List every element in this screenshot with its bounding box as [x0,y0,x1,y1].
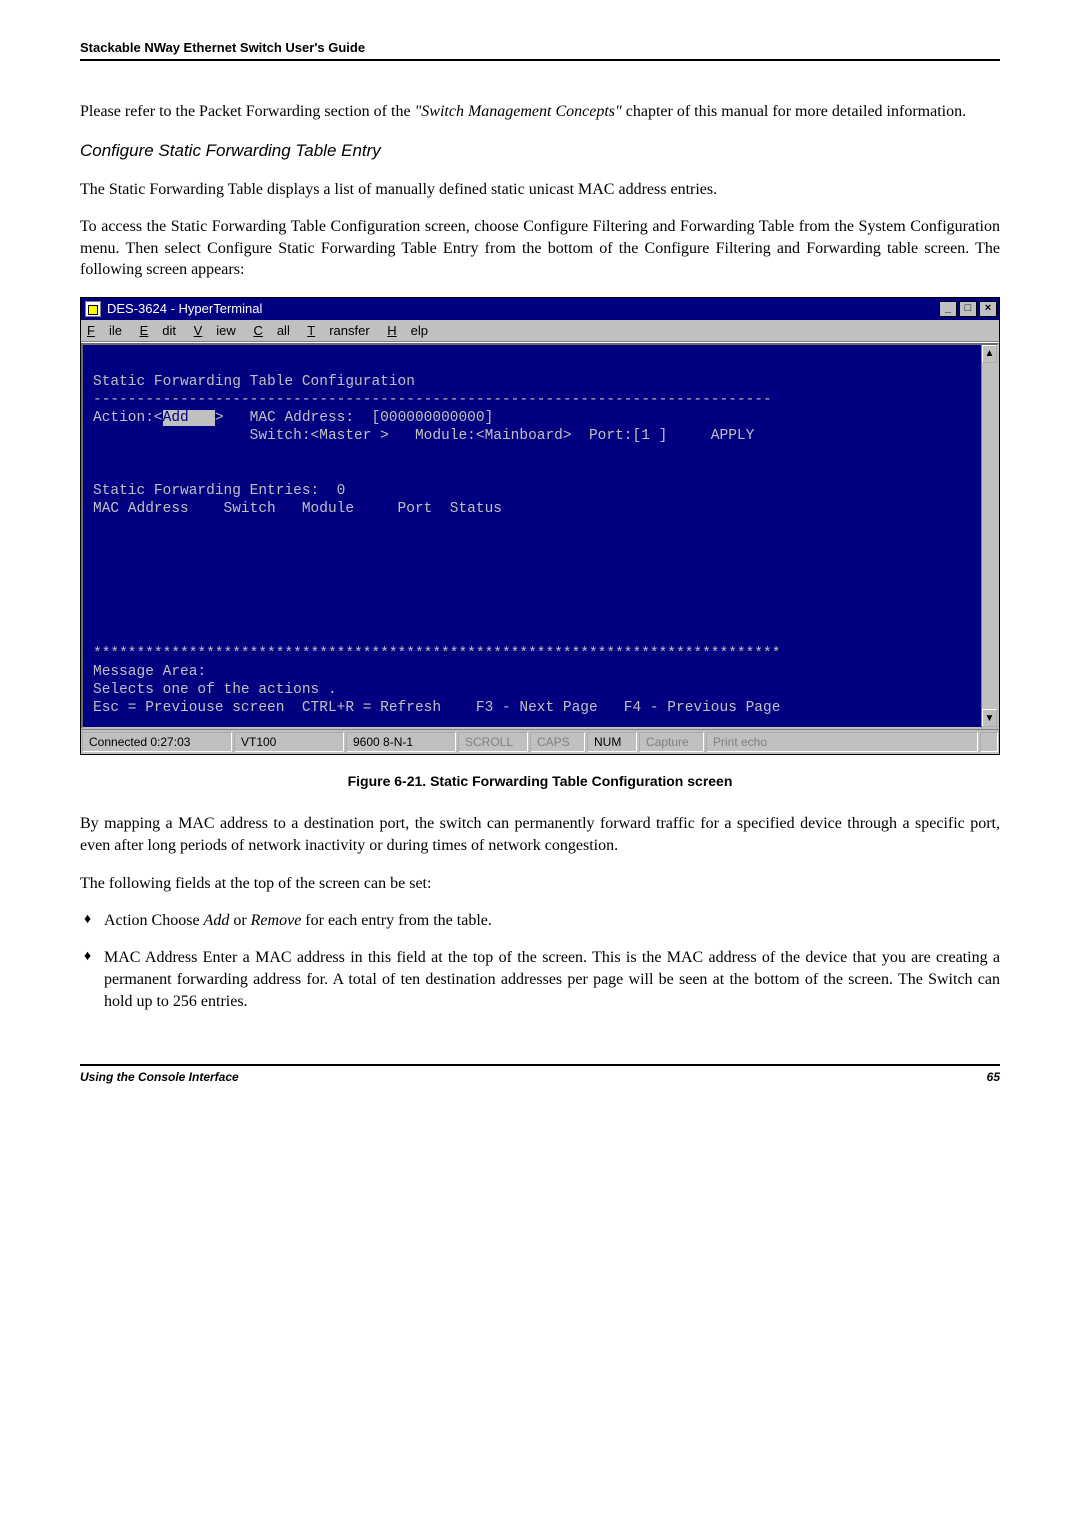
footer-left: Using the Console Interface [80,1070,239,1084]
term-l5: Static Forwarding Entries: 0 [93,483,345,499]
b1d: Remove [251,912,302,929]
terminal-window: DES-3624 - HyperTerminal _ □ × File Edit… [80,297,1000,756]
section-p1: The Static Forwarding Table displays a l… [80,179,1000,201]
term-l7: ****************************************… [93,646,780,662]
close-button[interactable]: × [979,301,997,317]
b1c: or [229,912,250,929]
b1a: Action Choose [104,912,204,929]
b1b: Add [204,912,230,929]
terminal-body-wrap: Static Forwarding Table Configuration --… [81,342,999,730]
status-caps: CAPS [530,732,585,752]
term-l6: MAC Address Switch Module Port Status [93,501,502,517]
term-l10: Esc = Previouse screen CTRL+R = Refresh … [93,700,780,716]
page-header: Stackable NWay Ethernet Switch User's Gu… [80,40,1000,61]
b1e: for each entry from the table. [301,912,492,929]
menu-edit[interactable]: Edit [140,323,176,338]
term-l2: ----------------------------------------… [93,392,772,408]
status-connection: Connected 0:27:03 [82,732,232,752]
status-params: 9600 8-N-1 [346,732,456,752]
term-l3b: > MAC Address: [000000000000] [215,410,493,426]
page-footer: Using the Console Interface 65 [80,1064,1000,1084]
terminal-body[interactable]: Static Forwarding Table Configuration --… [81,343,981,730]
minimize-button[interactable]: _ [939,301,957,317]
footer-right: 65 [987,1070,1000,1084]
status-capture: Capture [639,732,704,752]
after-p2: The following fields at the top of the s… [80,873,1000,895]
section-p2: To access the Static Forwarding Table Co… [80,216,1000,281]
status-emulation: VT100 [234,732,344,752]
term-l8: Message Area: [93,664,206,680]
field-list: Action Choose Add or Remove for each ent… [80,910,1000,1014]
scroll-down-icon[interactable]: ▼ [982,709,997,727]
maximize-button[interactable]: □ [959,301,977,317]
app-icon [85,301,101,317]
scroll-up-icon[interactable]: ▲ [982,345,997,363]
section-heading: Configure Static Forwarding Table Entry [80,141,1000,161]
titlebar: DES-3624 - HyperTerminal _ □ × [81,298,999,320]
menu-call[interactable]: Call [253,323,289,338]
statusbar: Connected 0:27:03 VT100 9600 8-N-1 SCROL… [81,729,999,754]
window-controls: _ □ × [939,301,997,317]
titlebar-left: DES-3624 - HyperTerminal [85,301,262,317]
status-scroll: SCROLL [458,732,528,752]
bullet-action: Action Choose Add or Remove for each ent… [80,910,1000,932]
status-num: NUM [587,732,637,752]
after-p1: By mapping a MAC address to a destinatio… [80,813,1000,856]
menu-view[interactable]: View [194,323,236,338]
resize-grip-icon[interactable] [980,732,998,752]
term-action-highlight: Add [163,410,215,426]
term-l1: Static Forwarding Table Configuration [93,374,415,390]
intro-paragraph: Please refer to the Packet Forwarding se… [80,101,1000,123]
bullet-mac: MAC Address Enter a MAC address in this … [80,947,1000,1014]
intro-text-a: Please refer to the Packet Forwarding se… [80,103,415,120]
status-print: Print echo [706,732,978,752]
vertical-scrollbar[interactable]: ▲ ▼ [981,343,999,730]
titlebar-text: DES-3624 - HyperTerminal [107,301,262,316]
figure-caption: Figure 6-21. Static Forwarding Table Con… [80,773,1000,789]
menu-transfer[interactable]: Transfer [307,323,369,338]
intro-text-c: chapter of this manual for more detailed… [622,103,966,120]
term-l3a: Action:< [93,410,163,426]
term-l4: Switch:<Master > Module:<Mainboard> Port… [93,428,754,444]
intro-text-b: "Switch Management Concepts" [415,103,622,120]
term-l9: Selects one of the actions . [93,682,337,698]
menu-help[interactable]: Help [387,323,428,338]
menubar: File Edit View Call Transfer Help [81,320,999,342]
menu-file[interactable]: File [87,323,122,338]
